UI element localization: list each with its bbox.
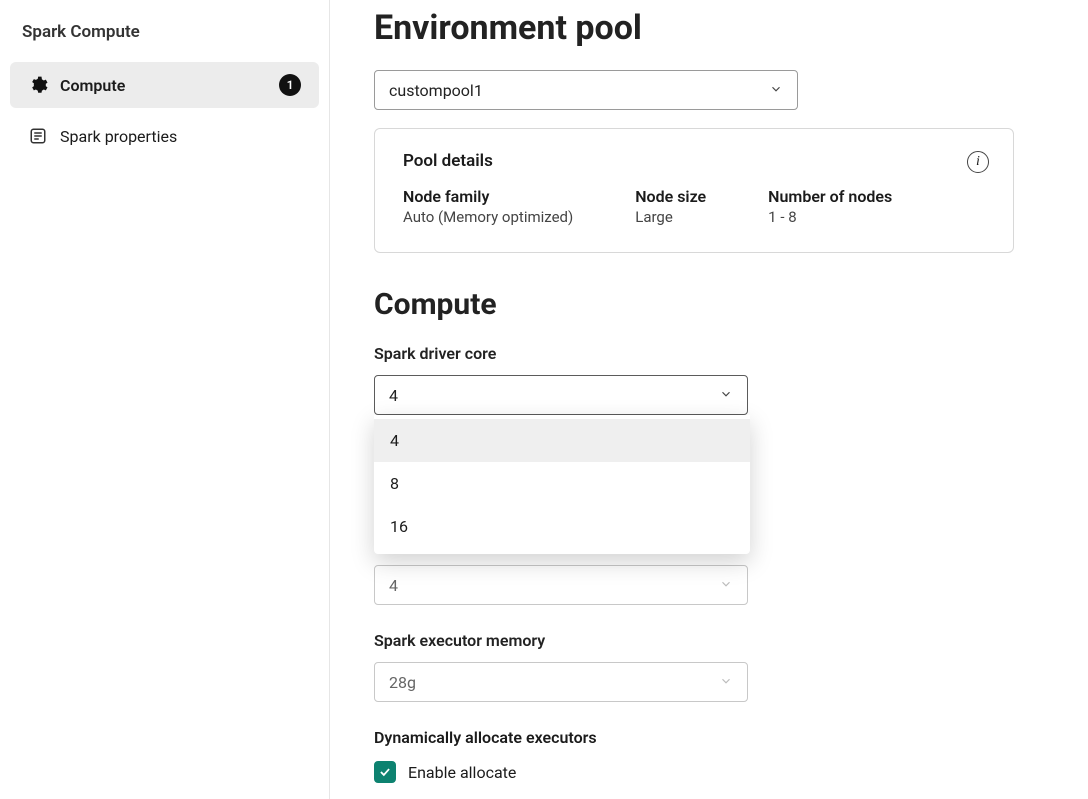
pool-detail-label: Node family [403, 187, 573, 206]
dropdown-value: 4 [389, 576, 398, 595]
checkbox-label: Enable allocate [408, 763, 516, 782]
pool-detail-node-family: Node family Auto (Memory optimized) [403, 187, 573, 226]
main-content: Environment pool custompool1 i Pool deta… [330, 0, 1088, 799]
field-spark-driver-core: Spark driver core 4 4 8 16 [374, 344, 1044, 415]
dropdown-option[interactable]: 16 [374, 505, 750, 548]
pool-detail-value: 1 - 8 [768, 208, 892, 226]
field-dynamic-allocate: Dynamically allocate executors Enable al… [374, 728, 1044, 783]
spark-executor-core-dropdown[interactable]: 4 [374, 565, 748, 605]
sidebar-item-spark-properties[interactable]: Spark properties [10, 114, 319, 158]
dropdown-option[interactable]: 4 [374, 419, 750, 462]
dropdown-option[interactable]: 8 [374, 462, 750, 505]
pool-select-value: custompool1 [389, 81, 483, 100]
pool-detail-node-size: Node size Large [635, 187, 706, 226]
field-label: Dynamically allocate executors [374, 728, 1044, 747]
dropdown-value: 28g [389, 673, 416, 692]
sidebar: Spark Compute Compute 1 Spark properties [0, 0, 330, 799]
pool-detail-value: Large [635, 208, 706, 226]
pool-detail-value: Auto (Memory optimized) [403, 208, 573, 226]
spark-driver-core-options-panel: 4 8 16 [374, 415, 750, 554]
field-label: Spark driver core [374, 344, 1044, 363]
pool-select-dropdown[interactable]: custompool1 [374, 70, 798, 110]
sidebar-badge: 1 [279, 74, 301, 96]
section-title-environment-pool: Environment pool [374, 8, 1044, 48]
gear-icon [28, 75, 48, 95]
pool-details-title: Pool details [403, 151, 985, 171]
chevron-down-icon [769, 81, 783, 100]
pool-detail-num-nodes: Number of nodes 1 - 8 [768, 187, 892, 226]
sidebar-title: Spark Compute [0, 16, 329, 62]
list-icon [28, 126, 48, 146]
chevron-down-icon [719, 576, 733, 595]
chevron-down-icon [719, 673, 733, 692]
spark-executor-memory-dropdown[interactable]: 28g [374, 662, 748, 702]
info-icon[interactable]: i [967, 151, 989, 173]
field-spark-executor-core: 4 [374, 565, 1044, 605]
pool-detail-label: Node size [635, 187, 706, 206]
spark-driver-core-dropdown[interactable]: 4 [374, 375, 748, 415]
section-title-compute: Compute [374, 287, 1044, 322]
sidebar-item-compute[interactable]: Compute 1 [10, 62, 319, 108]
field-spark-executor-memory: Spark executor memory 28g [374, 631, 1044, 702]
chevron-down-icon [719, 386, 733, 405]
enable-allocate-checkbox[interactable] [374, 761, 396, 783]
pool-details-card: i Pool details Node family Auto (Memory … [374, 128, 1014, 253]
enable-allocate-row: Enable allocate [374, 761, 1044, 783]
pool-detail-label: Number of nodes [768, 187, 892, 206]
sidebar-item-label: Spark properties [60, 127, 301, 146]
sidebar-item-label: Compute [60, 76, 267, 95]
dropdown-value: 4 [389, 386, 398, 405]
field-label: Spark executor memory [374, 631, 1044, 650]
